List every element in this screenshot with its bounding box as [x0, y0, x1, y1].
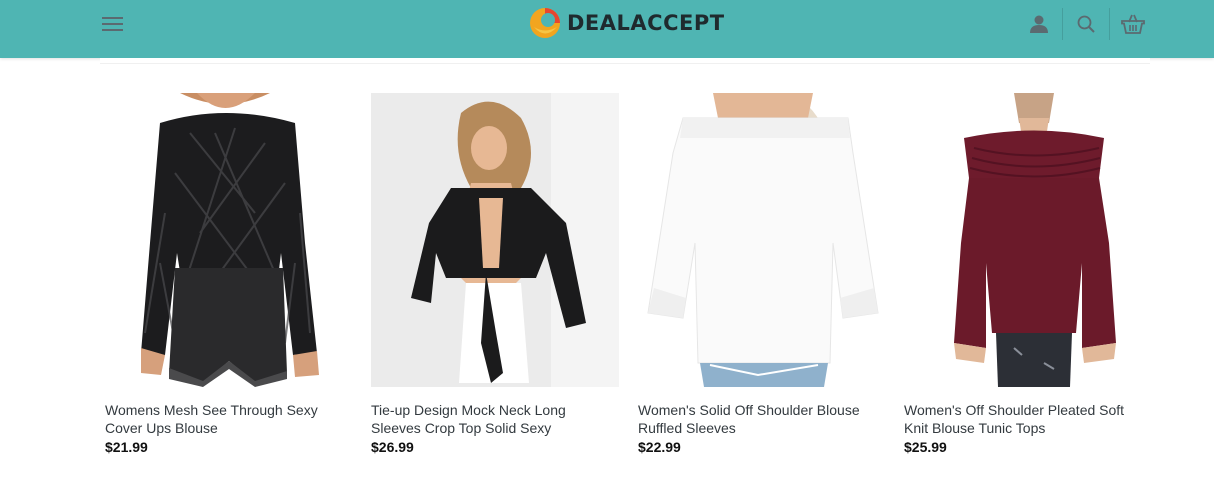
menu-icon[interactable]	[102, 14, 128, 36]
product-image[interactable]	[638, 93, 886, 387]
brand-name: DEALACCEPT	[567, 11, 725, 35]
user-icon[interactable]	[1016, 8, 1062, 40]
logo-mark-icon	[530, 8, 560, 38]
header-underline	[100, 58, 1150, 64]
product-price: $22.99	[638, 439, 681, 455]
product-price: $21.99	[105, 439, 148, 455]
basket-icon[interactable]	[1110, 8, 1156, 40]
product-card[interactable]: Women's Solid Off Shoulder Blouse Ruffle…	[638, 93, 886, 463]
product-image[interactable]	[904, 93, 1152, 387]
product-title[interactable]: Tie-up Design Mock Neck Long Sleeves Cro…	[371, 401, 619, 437]
product-image[interactable]	[371, 93, 619, 387]
search-icon[interactable]	[1063, 8, 1109, 40]
product-image[interactable]	[105, 93, 353, 387]
header-actions	[1016, 8, 1156, 40]
product-card[interactable]: Tie-up Design Mock Neck Long Sleeves Cro…	[371, 93, 619, 463]
product-price: $25.99	[904, 439, 947, 455]
site-header: DEALACCEPT	[0, 0, 1214, 58]
product-title[interactable]: Women's Solid Off Shoulder Blouse Ruffle…	[638, 401, 886, 437]
product-card[interactable]: Women's Off Shoulder Pleated Soft Knit B…	[904, 93, 1152, 463]
product-price: $26.99	[371, 439, 414, 455]
product-title[interactable]: Women's Off Shoulder Pleated Soft Knit B…	[904, 401, 1152, 437]
site-logo[interactable]: DEALACCEPT	[529, 6, 725, 40]
product-card[interactable]: Womens Mesh See Through Sexy Cover Ups B…	[105, 93, 353, 463]
product-title[interactable]: Womens Mesh See Through Sexy Cover Ups B…	[105, 401, 353, 437]
product-grid: Womens Mesh See Through Sexy Cover Ups B…	[105, 93, 1155, 473]
